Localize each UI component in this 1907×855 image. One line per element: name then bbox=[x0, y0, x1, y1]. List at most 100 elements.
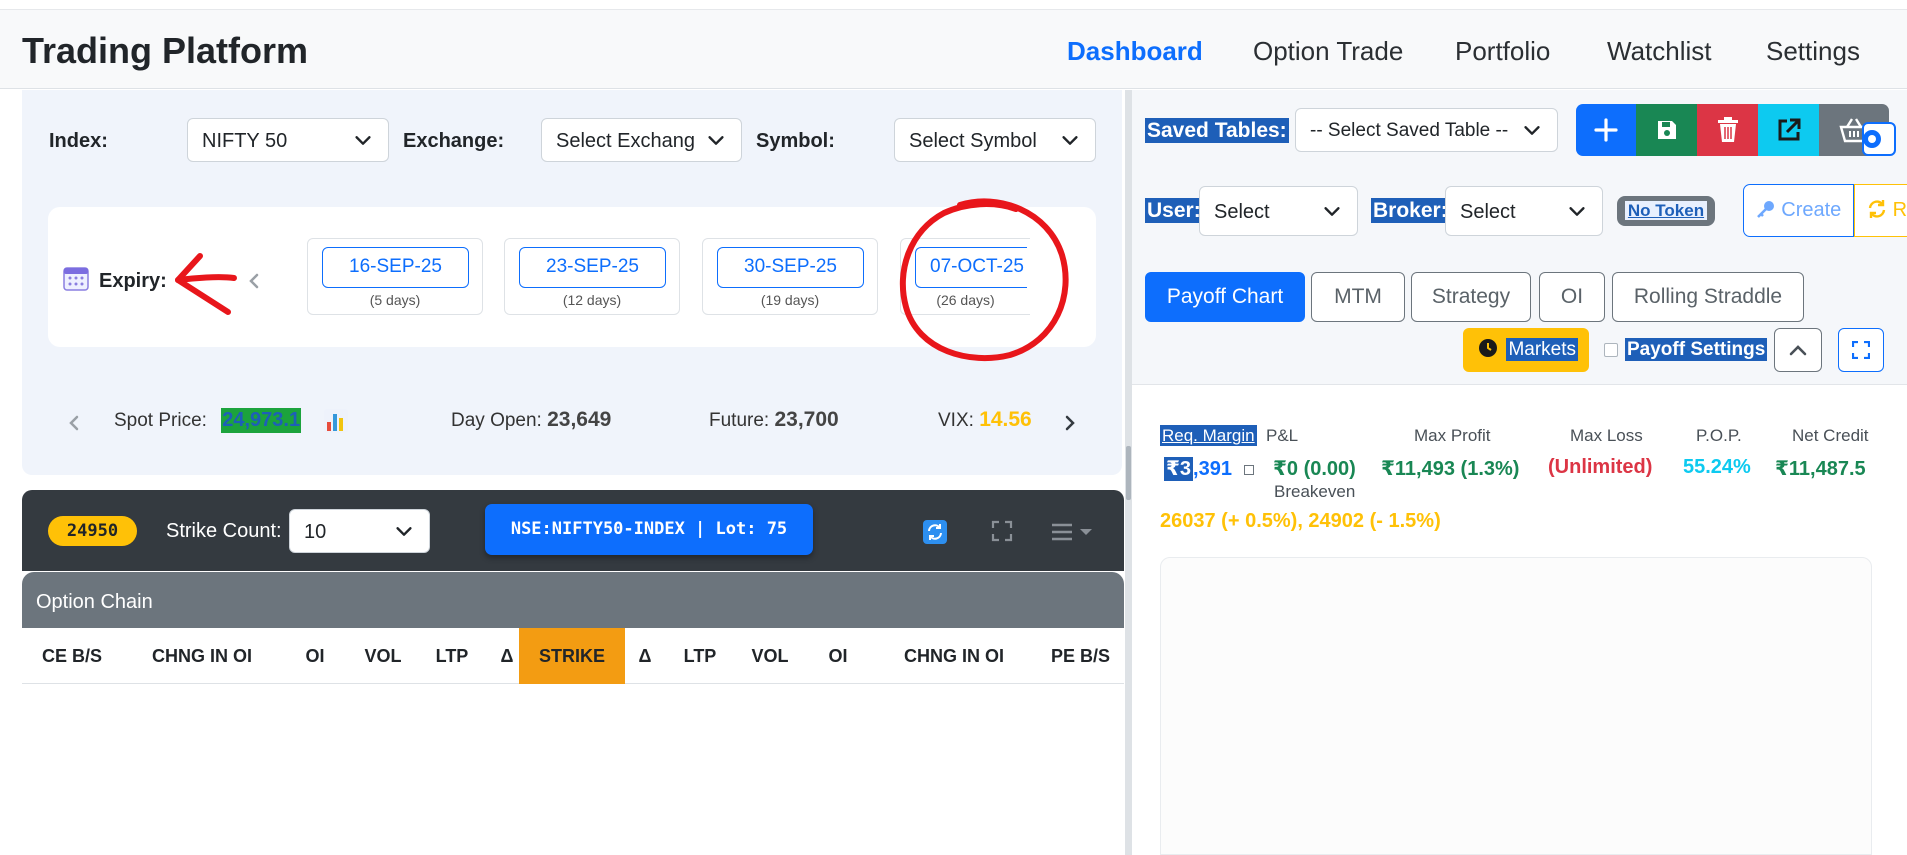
chevron-down-icon bbox=[355, 136, 371, 145]
broker-label-text: Broker: bbox=[1371, 198, 1450, 223]
nav-watchlist[interactable]: Watchlist bbox=[1607, 36, 1712, 67]
tab-rolling-straddle[interactable]: Rolling Straddle bbox=[1612, 272, 1804, 322]
plus-icon bbox=[1594, 118, 1618, 142]
spot-price: Spot Price: 24,973.1 bbox=[114, 408, 302, 433]
chevron-down-icon bbox=[1569, 207, 1585, 216]
req-margin-info-box[interactable] bbox=[1243, 465, 1254, 475]
refresh-token-button[interactable]: R bbox=[1854, 184, 1907, 237]
expiry-card-3[interactable]: 30-SEP-25 (19 days) bbox=[702, 238, 878, 315]
atm-strike-badge: 24950 bbox=[48, 516, 137, 546]
expiry-days: (5 days) bbox=[369, 292, 421, 308]
tab-payoff-chart[interactable]: Payoff Chart bbox=[1145, 272, 1305, 322]
user-label-text: User: bbox=[1145, 198, 1203, 223]
max-loss-value: (Unlimited) bbox=[1548, 456, 1653, 478]
spot-price-label: Spot Price: bbox=[114, 410, 207, 431]
net-credit-label: Net Credit bbox=[1792, 426, 1869, 445]
tab-strategy[interactable]: Strategy bbox=[1411, 272, 1531, 322]
req-margin-rest: ,391 bbox=[1193, 458, 1232, 480]
expiry-date-button[interactable]: 16-SEP-25 bbox=[322, 247, 469, 288]
save-icon bbox=[1657, 121, 1676, 139]
expiry-days: (12 days) bbox=[562, 292, 622, 308]
col-ce-oi[interactable]: OI bbox=[282, 628, 348, 684]
vix-label: VIX: bbox=[938, 410, 974, 431]
broker-label: Broker: bbox=[1371, 198, 1450, 223]
col-strike[interactable]: STRIKE bbox=[519, 628, 625, 684]
expiry-card-1[interactable]: 16-SEP-25 (5 days) bbox=[307, 238, 483, 315]
saved-table-value: -- Select Saved Table -- bbox=[1310, 120, 1509, 141]
exchange-select[interactable]: Select Exchang bbox=[541, 118, 742, 162]
spot-prev-chevron-icon[interactable] bbox=[67, 414, 81, 432]
strike-count-select[interactable]: 10 bbox=[289, 509, 430, 553]
chevron-down-icon bbox=[396, 527, 412, 536]
panel-resize-handle[interactable] bbox=[1126, 446, 1131, 500]
spot-next-chevron-icon[interactable] bbox=[1063, 414, 1077, 432]
fullscreen-icon[interactable] bbox=[991, 520, 1013, 542]
exchange-select-value: Select Exchang bbox=[556, 130, 695, 152]
pop-value: 55.24% bbox=[1683, 456, 1751, 478]
delete-table-button[interactable] bbox=[1697, 104, 1758, 156]
vix: VIX: 14.56 bbox=[938, 408, 1032, 432]
bar-chart-icon[interactable] bbox=[323, 408, 349, 434]
app-root: Trading Platform Dashboard Option Trade … bbox=[0, 0, 1907, 855]
col-ce-ltp[interactable]: LTP bbox=[418, 628, 486, 684]
refresh-token-label: R bbox=[1892, 199, 1907, 221]
col-pe-vol[interactable]: VOL bbox=[735, 628, 805, 684]
col-pe-ltp[interactable]: LTP bbox=[665, 628, 735, 684]
req-margin-prefix: ₹3 bbox=[1164, 457, 1194, 481]
markets-button[interactable]: Markets bbox=[1463, 328, 1589, 372]
collapse-button[interactable] bbox=[1774, 328, 1822, 372]
col-ce-vol[interactable]: VOL bbox=[348, 628, 418, 684]
pl-label: P&L bbox=[1266, 426, 1299, 445]
nav-dashboard[interactable]: Dashboard bbox=[1067, 36, 1203, 67]
user-select[interactable]: Select bbox=[1199, 186, 1358, 236]
expiry-label: Expiry: bbox=[99, 270, 167, 292]
add-table-button[interactable] bbox=[1576, 104, 1636, 156]
req-margin-label: Req. Margin bbox=[1160, 425, 1257, 446]
saved-tables-label-text: Saved Tables: bbox=[1145, 118, 1289, 143]
tab-oi[interactable]: OI bbox=[1539, 272, 1605, 322]
req-margin-value: ₹3,391 bbox=[1164, 456, 1254, 481]
brand-title[interactable]: Trading Platform bbox=[22, 30, 308, 72]
open-external-button[interactable] bbox=[1758, 104, 1819, 156]
expiry-card-2[interactable]: 23-SEP-25 (12 days) bbox=[504, 238, 680, 315]
nav-settings[interactable]: Settings bbox=[1766, 36, 1860, 67]
option-chain-columns: CE B/S CHNG IN OI OI VOL LTP Δ STRIKE Δ … bbox=[22, 628, 1124, 684]
expand-icon bbox=[1851, 340, 1871, 360]
col-pe-oi[interactable]: OI bbox=[805, 628, 871, 684]
save-table-button[interactable] bbox=[1636, 104, 1697, 156]
col-ce-bs[interactable]: CE B/S bbox=[22, 628, 122, 684]
col-pe-bs[interactable]: PE B/S bbox=[1037, 628, 1124, 684]
refresh-icon[interactable] bbox=[923, 520, 947, 544]
vix-value: 14.56 bbox=[979, 408, 1032, 431]
overlay-check-button[interactable] bbox=[1862, 122, 1896, 156]
expiry-date-button[interactable]: 23-SEP-25 bbox=[519, 247, 666, 288]
symbol-select[interactable]: Select Symbol bbox=[894, 118, 1096, 162]
saved-table-select[interactable]: -- Select Saved Table -- bbox=[1295, 108, 1558, 152]
index-select-value: NIFTY 50 bbox=[202, 130, 288, 152]
broker-select[interactable]: Select bbox=[1445, 186, 1603, 236]
user-label: User: bbox=[1145, 198, 1203, 223]
payoff-settings-checkbox[interactable] bbox=[1604, 343, 1618, 357]
create-token-button[interactable]: Create bbox=[1743, 184, 1854, 237]
index-select[interactable]: NIFTY 50 bbox=[187, 118, 389, 162]
top-navbar: Trading Platform Dashboard Option Trade … bbox=[0, 10, 1907, 89]
payoff-chart-area[interactable] bbox=[1160, 557, 1872, 855]
nav-portfolio[interactable]: Portfolio bbox=[1455, 36, 1550, 67]
menu-dropdown-icon[interactable] bbox=[1050, 522, 1094, 542]
expiry-days: (19 days) bbox=[760, 292, 820, 308]
expand-button[interactable] bbox=[1838, 328, 1884, 372]
col-pe-delta[interactable]: Δ bbox=[625, 628, 665, 684]
breakeven-value: 26037 (+ 0.5%), 24902 (- 1.5%) bbox=[1160, 510, 1441, 532]
spot-price-value: 24,973.1 bbox=[221, 408, 302, 433]
nav-option-trade[interactable]: Option Trade bbox=[1253, 36, 1403, 67]
strike-count-label: Strike Count: bbox=[166, 520, 282, 542]
req-margin-label-text: Req. Margin bbox=[1160, 425, 1257, 446]
tab-mtm[interactable]: MTM bbox=[1311, 272, 1405, 322]
instrument-button[interactable]: NSE:NIFTY50-INDEX | Lot: 75 bbox=[485, 504, 813, 555]
col-pe-chng-oi[interactable]: CHNG IN OI bbox=[871, 628, 1037, 684]
expiry-prev-chevron-icon[interactable] bbox=[246, 272, 262, 290]
col-ce-chng-oi[interactable]: CHNG IN OI bbox=[122, 628, 282, 684]
expiry-date-button[interactable]: 30-SEP-25 bbox=[717, 247, 864, 288]
markets-label: Markets bbox=[1506, 338, 1579, 361]
chevron-down-icon bbox=[1324, 207, 1340, 216]
